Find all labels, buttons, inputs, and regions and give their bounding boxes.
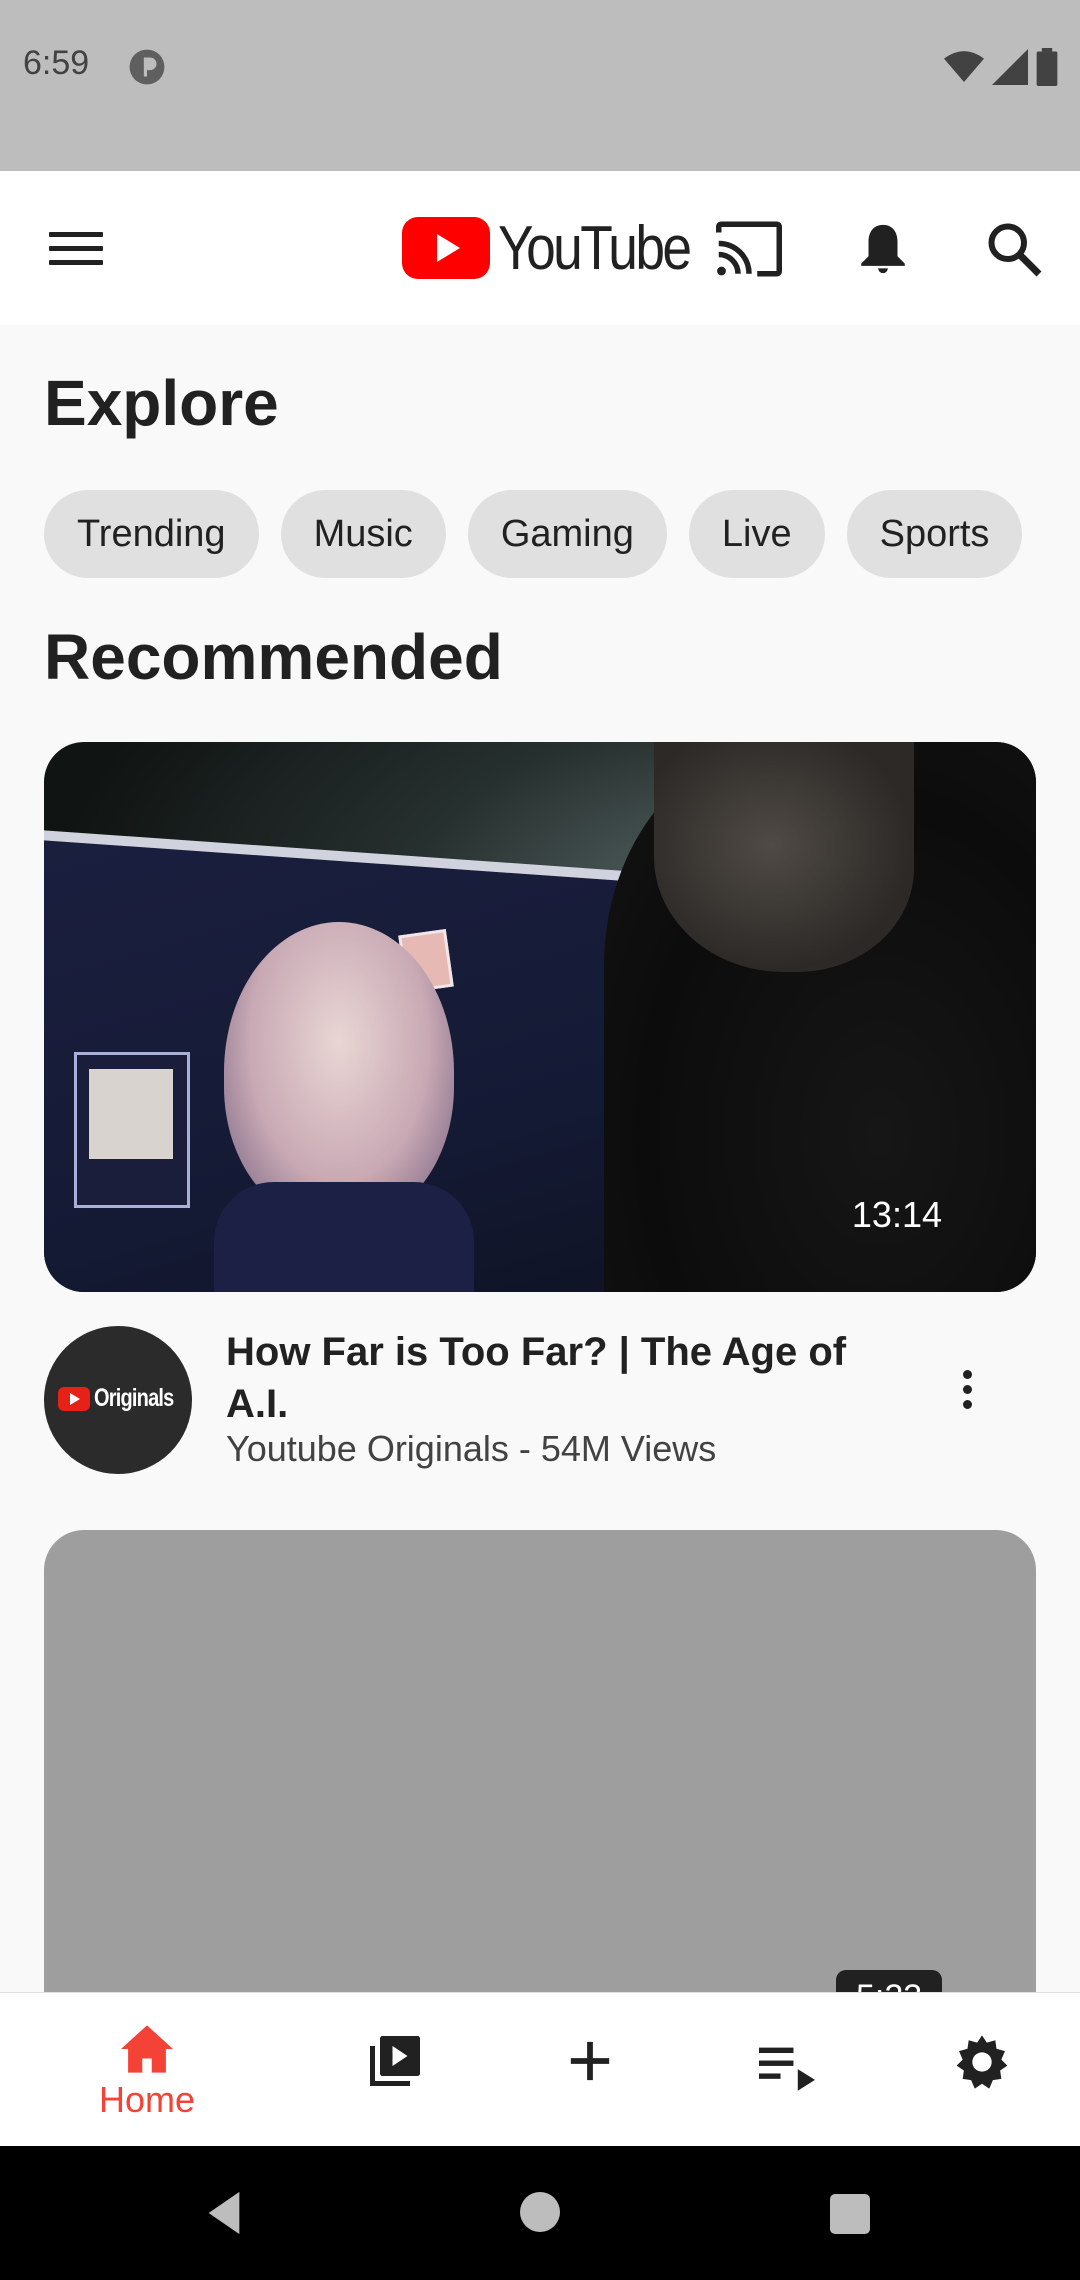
recents-square-icon[interactable] [830, 2194, 870, 2234]
chip-live[interactable]: Live [688, 490, 825, 578]
originals-logo: Originals [58, 1384, 192, 1413]
system-navigation-bar [0, 2146, 1080, 2280]
more-options-icon[interactable] [952, 1364, 982, 1424]
add-icon [570, 2041, 610, 2081]
video-info: Originals How Far is Too Far? | The Age … [44, 1326, 1036, 1474]
home-icon [121, 2025, 173, 2073]
youtube-logo: YouTube [402, 213, 721, 283]
cast-icon[interactable] [716, 221, 782, 277]
menu-icon-line [49, 260, 103, 265]
explore-heading: Explore [44, 367, 279, 439]
app-bar: YouTube [0, 171, 1080, 325]
video-thumbnail[interactable]: 5:23 [44, 1530, 1036, 2050]
wifi-icon [944, 51, 984, 82]
chip-music[interactable]: Music [280, 490, 446, 578]
video-title[interactable]: How Far is Too Far? | The Age of A.I. [226, 1326, 906, 1430]
youtube-play-icon [58, 1386, 90, 1411]
bottom-navigation: Home [0, 1992, 1080, 2147]
app-notification-icon [129, 49, 165, 85]
nav-add[interactable] [560, 1993, 620, 2147]
video-meta: Youtube Originals - 54M Views [226, 1428, 717, 1469]
chip-sports[interactable]: Sports [846, 490, 1023, 578]
battery-icon [1036, 48, 1058, 86]
search-icon[interactable] [984, 219, 1044, 279]
avatar-logo-text: Originals [94, 1384, 174, 1412]
nav-home[interactable]: Home [82, 1993, 212, 2147]
settings-gear-icon [956, 2035, 1008, 2089]
youtube-play-icon [402, 217, 490, 279]
status-time: 6:59 [23, 44, 90, 82]
signal-icon [992, 49, 1028, 85]
channel-avatar[interactable]: Originals [44, 1326, 192, 1474]
nav-home-label: Home [98, 2079, 196, 2120]
nav-subscriptions[interactable] [360, 1993, 430, 2147]
category-chips: Trending Music Gaming Live Sports [44, 490, 1023, 578]
back-icon[interactable] [204, 2190, 244, 2236]
thumbnail-art [74, 1052, 190, 1208]
video-thumbnail[interactable]: 13:14 [44, 742, 1036, 1292]
thumbnail-art [214, 1182, 474, 1292]
chip-gaming[interactable]: Gaming [467, 490, 667, 578]
thumbnail-art [654, 742, 914, 972]
video-duration: 13:14 [851, 1194, 942, 1235]
status-bar: 6:59 [0, 0, 1080, 171]
nav-queue[interactable] [756, 1993, 818, 2147]
menu-button[interactable] [46, 223, 106, 273]
queue-icon [759, 2047, 815, 2091]
chip-trending[interactable]: Trending [44, 490, 259, 578]
notifications-bell-icon[interactable] [854, 219, 912, 279]
status-icons [944, 48, 1058, 86]
thumbnail-art [224, 922, 454, 1222]
subscriptions-icon [370, 2036, 420, 2086]
recommended-heading: Recommended [44, 621, 503, 693]
home-circle-icon[interactable] [520, 2192, 560, 2232]
menu-icon-line [49, 246, 103, 251]
logo-text: YouTube [498, 213, 692, 283]
nav-settings[interactable] [950, 1993, 1014, 2147]
menu-icon-line [49, 232, 103, 237]
